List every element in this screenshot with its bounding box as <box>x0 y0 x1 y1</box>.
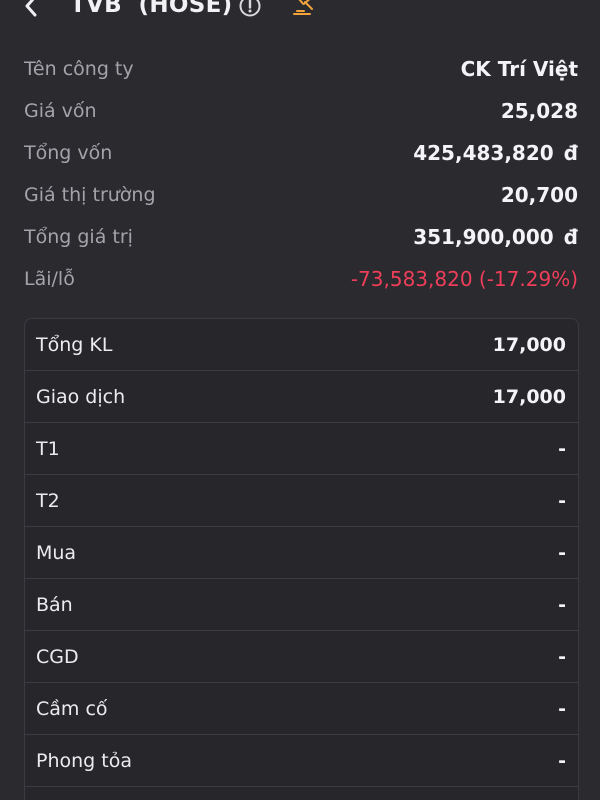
holding-value: 17,000 <box>492 333 566 356</box>
back-button[interactable] <box>18 0 46 20</box>
summary-label: Giá thị trường <box>24 184 156 206</box>
holding-row-blocked: Phong tỏa - <box>25 736 578 787</box>
holding-label: Mua <box>36 542 77 564</box>
holding-label: Bán <box>36 594 73 616</box>
summary-label: Tổng giá trị <box>24 226 133 248</box>
company-name-value: CK Trí Việt <box>460 57 578 81</box>
holding-row-buy: Mua - <box>25 528 578 579</box>
holding-label: T1 <box>36 438 60 460</box>
summary-label: Tên công ty <box>24 58 134 80</box>
summary-row-market-price: Giá thị trường 20,700 <box>24 174 578 216</box>
holding-row-sell: Bán - <box>25 580 578 631</box>
holding-row-t2: T2 - <box>25 476 578 527</box>
summary-row-total-cost: Tổng vốn 425,483,820 đ <box>24 132 578 174</box>
summary-label: Lãi/lỗ <box>24 268 75 290</box>
holding-value: - <box>558 698 566 720</box>
holding-row-cgd: CGD - <box>25 632 578 683</box>
summary-label: Tổng vốn <box>24 142 113 164</box>
holding-value: - <box>558 542 566 564</box>
info-button[interactable] <box>238 0 262 18</box>
holding-label: Giao dịch <box>36 386 126 408</box>
holding-label: Tổng KL <box>36 333 113 356</box>
holding-value: - <box>558 438 566 460</box>
total-value: 351,900,000 <box>413 225 554 249</box>
back-arrow-icon <box>25 0 37 17</box>
holding-row-pledged: Cầm cố - <box>25 684 578 735</box>
header-bar: TVB (HOSE) <box>0 0 600 28</box>
total-cost-value-wrap: 425,483,820 đ <box>413 141 578 165</box>
summary-row-cost-price: Giá vốn 25,028 <box>24 90 578 132</box>
summary-label: Giá vốn <box>24 100 97 122</box>
holding-value: - <box>558 646 566 668</box>
holding-label: CGD <box>36 646 79 668</box>
cost-price-value: 25,028 <box>500 99 578 123</box>
position-summary: Tên công ty CK Trí Việt Giá vốn 25,028 T… <box>24 48 578 300</box>
profit-loss-value: -73,583,820 (-17.29%) <box>350 267 578 291</box>
currency-symbol: đ <box>563 141 578 165</box>
holding-value: - <box>558 594 566 616</box>
info-icon <box>239 0 261 17</box>
holding-row-tradable: Giao dịch 17,000 <box>25 372 578 423</box>
summary-row-total-value: Tổng giá trị 351,900,000 đ <box>24 216 578 258</box>
market-price-value: 20,700 <box>500 183 578 207</box>
stock-detail-screen: TVB (HOSE) Tên công ty CK Trí Việt Giá v… <box>0 0 600 800</box>
holding-label: Cầm cố <box>36 698 108 720</box>
currency-symbol: đ <box>563 225 578 249</box>
total-value-wrap: 351,900,000 đ <box>413 225 578 249</box>
holding-row-t1: T1 - <box>25 424 578 475</box>
holdings-card: Tổng KL 17,000 Giao dịch 17,000 T1 - T2 … <box>24 318 579 800</box>
holding-value: 17,000 <box>492 386 566 408</box>
holding-row-total-volume: Tổng KL 17,000 <box>25 319 578 371</box>
holding-label: T2 <box>36 490 60 512</box>
summary-row-profit-loss: Lãi/lỗ -73,583,820 (-17.29%) <box>24 258 578 300</box>
holding-value: - <box>558 750 566 772</box>
auction-button[interactable] <box>290 0 318 18</box>
page-title: TVB (HOSE) <box>70 0 233 18</box>
holding-label: Phong tỏa <box>36 750 132 772</box>
summary-row-company: Tên công ty CK Trí Việt <box>24 48 578 90</box>
auction-gavel-icon <box>293 0 313 15</box>
holding-value: - <box>558 490 566 512</box>
total-cost-value: 425,483,820 <box>413 141 554 165</box>
